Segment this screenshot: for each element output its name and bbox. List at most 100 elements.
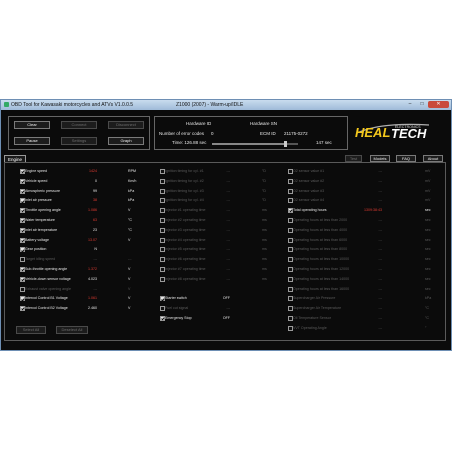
param-value: 23 — [93, 227, 97, 232]
window-title: OBD Tool for Kawasaki motorcycles and AT… — [11, 102, 134, 108]
param-label: Injector #4 operating time — [165, 237, 206, 242]
param-label: Engine speed — [25, 169, 47, 173]
test-button[interactable]: Test — [345, 155, 362, 162]
svg-text:HEAL: HEAL — [355, 125, 390, 140]
param-value: --- — [378, 286, 382, 291]
param-value: --- — [378, 316, 382, 320]
settings-button[interactable]: Settings — [61, 137, 97, 145]
param-value: 63 — [93, 218, 97, 222]
param-row: Target idling speed --- --- — [20, 255, 144, 263]
param-row: VVT Operating Angle --- ° — [288, 324, 441, 332]
param-label: Starter switch — [165, 296, 187, 301]
param-label: Gear position — [25, 247, 47, 252]
select-all-button[interactable]: Select All — [16, 326, 46, 334]
param-unit: ms — [262, 218, 267, 222]
param-value: --- — [378, 198, 382, 203]
param-unit: °C — [128, 227, 133, 232]
pause-button[interactable]: Pause — [14, 137, 50, 145]
param-row: O2 sensor value #3 --- mV — [288, 187, 441, 195]
title-bar: OBD Tool for Kawasaki motorcycles and AT… — [1, 100, 451, 110]
param-label: Operating hours at less than 2000 — [293, 218, 348, 222]
param-unit: sec — [425, 227, 431, 232]
param-row: Injector #8 operating time --- ms — [160, 275, 278, 283]
graph-button[interactable]: Graph — [108, 137, 144, 145]
maximize-icon[interactable]: □ — [416, 101, 428, 108]
faq-button[interactable]: FAQ — [396, 155, 416, 162]
ecm-id-label: ECM ID — [260, 131, 276, 136]
param-row: Fuel cut signal --- — [160, 304, 278, 312]
about-button[interactable]: About — [423, 155, 443, 162]
param-label: Inlet air pressure — [25, 198, 52, 203]
param-label: Vehicle-down sensor voltage — [25, 276, 71, 281]
param-value: OFF — [222, 296, 230, 301]
param-label: Vehicle speed — [25, 178, 48, 183]
param-unit: ms — [262, 237, 267, 242]
models-button[interactable]: Models — [370, 155, 390, 162]
param-row: Operating hours at less than 14000 --- sec — [288, 275, 441, 283]
param-row: Operating hours at less than 6000 --- sec — [288, 236, 441, 244]
param-unit: kPa — [128, 188, 135, 193]
param-value: --- — [226, 237, 230, 242]
param-value: --- — [378, 267, 382, 271]
param-row: Throttle opening angle 1.086 V — [20, 206, 144, 214]
param-unit: sec — [425, 276, 431, 281]
param-unit: sec — [425, 267, 431, 271]
deselect-all-button[interactable]: Deselect All — [56, 326, 88, 334]
param-label: Injector #1 operating time — [165, 208, 206, 213]
param-value: --- — [378, 237, 382, 242]
param-unit: V — [128, 276, 131, 281]
param-label: Operating hours at less than 10000 — [293, 257, 350, 262]
param-row: Injector #7 operating time --- ms — [160, 265, 278, 273]
param-label: O2 sensor value #1 — [293, 169, 325, 173]
param-label: Water temperature — [25, 218, 55, 222]
param-row: Ignition timing for cyl. #3 --- °D — [160, 187, 278, 195]
param-label: Injector #2 operating time — [165, 218, 206, 222]
param-value: 4.023 — [88, 276, 97, 281]
param-value: 38 — [93, 198, 97, 203]
param-row: Emergency Stop OFF — [160, 314, 278, 322]
param-value: --- — [378, 188, 382, 193]
disconnect-button[interactable]: Disconnect — [108, 121, 144, 129]
param-row: O2 sensor value #1 --- mV — [288, 167, 441, 175]
param-row: Operating hours at less than 12000 --- sec — [288, 265, 441, 273]
param-row: Injector #6 operating time --- ms — [160, 255, 278, 263]
param-label: O2 sensor value #4 — [293, 198, 325, 203]
param-value: --- — [378, 296, 382, 301]
param-unit: ° — [425, 325, 427, 330]
error-codes-label: Number of error codes — [159, 131, 205, 136]
param-unit: Km/h — [128, 178, 137, 183]
param-unit: V — [128, 286, 131, 291]
param-label: Intercol Control B2 Voltage — [25, 306, 68, 311]
hardware-id-label: Hardware ID — [186, 121, 212, 126]
time-progress-thumb[interactable] — [284, 141, 288, 147]
param-row: Injector #1 operating time --- ms — [160, 206, 278, 214]
param-unit: V — [128, 208, 131, 213]
svg-text:ELECTRONICS: ELECTRONICS — [395, 125, 421, 129]
param-row: Injector #2 operating time --- ms — [160, 216, 278, 224]
connect-button[interactable]: Connect — [61, 121, 97, 129]
param-row: Operating hours at less than 16000 --- sec — [288, 285, 441, 293]
param-unit: ms — [262, 257, 267, 262]
param-value: 1.086 — [88, 208, 97, 213]
param-row: Operating hours at less than 10000 --- sec — [288, 255, 441, 263]
param-value: --- — [226, 208, 230, 213]
param-label: O2 sensor value #2 — [293, 178, 325, 183]
param-row: Engine speed 1424 RPM — [20, 167, 144, 175]
minimize-icon[interactable]: – — [404, 101, 416, 108]
param-label: Battery voltage — [25, 237, 49, 242]
param-label: Fuel cut signal — [165, 306, 189, 311]
param-unit: sec — [425, 286, 431, 291]
param-row: Intercol Control B2 Voltage 2.460 V — [20, 304, 144, 312]
param-value: --- — [226, 257, 230, 262]
param-label: Sub-throttle opening angle — [25, 267, 68, 271]
param-unit: sec — [425, 247, 431, 252]
param-label: Ignition timing for cyl. #1 — [165, 169, 204, 173]
param-value: 2.460 — [88, 306, 97, 311]
param-label: Throttle opening angle — [25, 208, 61, 213]
param-label: Operating hours at less than 14000 — [293, 276, 350, 281]
clear-button[interactable]: Clear — [14, 121, 50, 129]
param-row: Oil Temperature Sensor --- °C — [288, 314, 441, 322]
close-icon[interactable]: ✕ — [428, 101, 449, 108]
param-row: Operating hours at less than 4000 --- sec — [288, 226, 441, 234]
ecm-id-value: 21175-0272 — [284, 131, 308, 136]
